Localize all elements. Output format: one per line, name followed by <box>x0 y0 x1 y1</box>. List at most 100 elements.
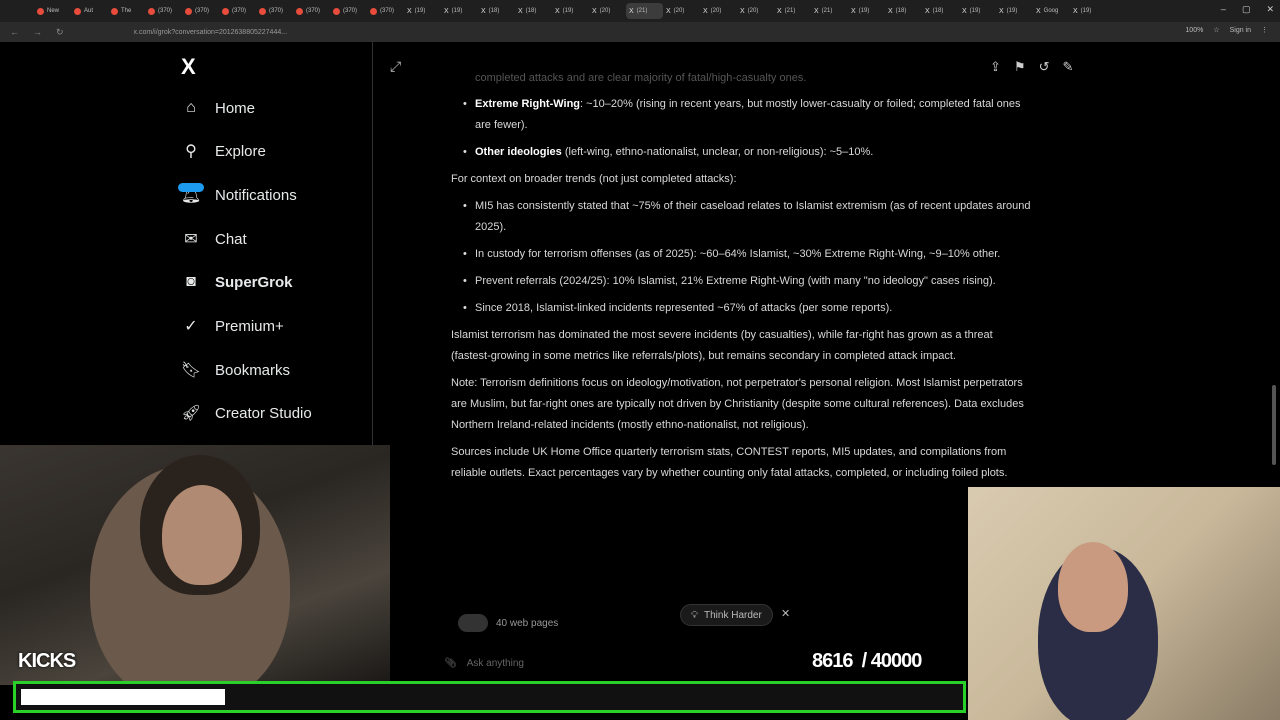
ideology-list: Extreme Right-Wing: ~10–20% (rising in r… <box>451 94 1031 163</box>
tab-label: (20) <box>710 8 722 14</box>
think-harder-button[interactable]: 💡︎ Think Harder <box>680 604 773 626</box>
browser-tab[interactable]: X (18) <box>478 3 515 19</box>
browser-tab[interactable]: X (19) <box>848 3 885 19</box>
browser-tab[interactable]: X (18) <box>885 3 922 19</box>
x-favicon-icon: X <box>925 7 930 15</box>
tab-label: (18) <box>932 8 944 14</box>
back-icon[interactable]: ← <box>10 27 19 38</box>
list-item: MI5 has consistently stated that ~75% of… <box>451 196 1031 238</box>
sidebar-item-home[interactable]: ⌂ Home <box>181 96 255 120</box>
zoom-level[interactable]: 100% <box>1185 27 1203 34</box>
browser-tab[interactable]: (370) <box>219 3 256 19</box>
tab-label: New <box>47 8 60 14</box>
tab-label: The <box>121 8 132 14</box>
tab-label: (18) <box>488 8 500 14</box>
sidebar-item-chat[interactable]: ✉ Chat <box>181 227 247 251</box>
webcam-overlay-left <box>0 445 390 685</box>
list-item: Since 2018, Islamist-linked incidents re… <box>451 298 1031 319</box>
star-icon[interactable]: ☆ <box>1213 26 1219 34</box>
url-field[interactable]: x.com/i/grok?conversation=20126388052274… <box>134 29 288 36</box>
menu-icon[interactable]: ⋮ <box>1261 26 1268 34</box>
close-icon[interactable]: ✕ <box>781 607 790 620</box>
browser-tab[interactable]: X (20) <box>589 3 626 19</box>
browser-tab[interactable]: X (20) <box>663 3 700 19</box>
kicks-label: KICKS <box>18 650 76 672</box>
kicks-count-value: 8616 <box>812 650 853 672</box>
favicon-icon <box>111 7 118 15</box>
sidebar-item-label: Chat <box>215 230 247 248</box>
streamer-face <box>162 485 242 585</box>
browser-tab[interactable]: X (18) <box>515 3 552 19</box>
tab-label: (370) <box>380 8 395 14</box>
sidebar-item-supergrok[interactable]: ◙ SuperGrok <box>181 270 292 294</box>
close-icon[interactable]: ✕ <box>1266 4 1274 15</box>
browser-tab[interactable]: X Goog <box>1033 3 1070 19</box>
reload-icon[interactable]: ↻ <box>56 27 64 38</box>
web-sources[interactable]: 40 web pages <box>458 614 558 632</box>
browser-tab[interactable]: New <box>34 3 71 19</box>
tab-label: (21) <box>821 8 833 14</box>
expand-icon[interactable]: ⤢ <box>390 58 401 75</box>
history-icon[interactable]: ↺ <box>1039 59 1050 75</box>
browser-tab[interactable]: X (19) <box>404 3 441 19</box>
sign-in-button[interactable]: Sign in <box>1230 27 1251 34</box>
x-logo[interactable]: X <box>181 54 196 80</box>
x-favicon-icon: X <box>777 7 782 15</box>
browser-tab[interactable]: (370) <box>145 3 182 19</box>
address-bar-actions: 100% ☆ Sign in ⋮ <box>1185 26 1268 35</box>
tab-label: (370) <box>195 8 210 14</box>
browser-tab[interactable]: X (19) <box>441 3 478 19</box>
browser-tab[interactable]: X (19) <box>959 3 996 19</box>
x-favicon-icon: X <box>999 7 1004 15</box>
scrollbar[interactable] <box>1272 385 1276 465</box>
address-bar: ← → ↻ x.com/i/grok?conversation=20126388… <box>0 22 1280 42</box>
x-favicon-icon: X <box>481 7 486 15</box>
sidebar-item-label: Creator Studio <box>215 404 312 422</box>
sidebar-item-creator-studio[interactable]: 🚀︎ Creator Studio <box>181 401 312 425</box>
favicon-icon <box>333 7 340 15</box>
browser-tab[interactable]: (370) <box>367 3 404 19</box>
x-favicon-icon: X <box>740 7 745 15</box>
favicon-icon <box>370 7 377 15</box>
x-favicon-icon: X <box>888 7 893 15</box>
browser-tab[interactable]: X (20) <box>700 3 737 19</box>
x-favicon-icon: X <box>592 7 597 15</box>
tab-label: (370) <box>232 8 247 14</box>
context-list: MI5 has consistently stated that ~75% of… <box>451 196 1031 319</box>
browser-tab[interactable]: Aut <box>71 3 108 19</box>
tab-label: (19) <box>562 8 574 14</box>
sidebar-item-label: Bookmarks <box>215 361 291 379</box>
tab-label: (20) <box>673 8 685 14</box>
edit-icon[interactable]: ✎ <box>1062 59 1073 75</box>
browser-tab[interactable]: The <box>108 3 145 19</box>
browser-tab[interactable]: (370) <box>293 3 330 19</box>
tab-label: (18) <box>895 8 907 14</box>
browser-tab[interactable]: X (20) <box>737 3 774 19</box>
forward-icon[interactable]: → <box>33 27 42 38</box>
browser-tab[interactable]: (370) <box>182 3 219 19</box>
list-item: In custody for terrorism offenses (as of… <box>451 244 1031 265</box>
x-favicon-icon: X <box>814 7 819 15</box>
browser-tab[interactable]: X (19) <box>552 3 589 19</box>
webcam-overlay-right <box>968 487 1280 720</box>
sidebar-item-bookmarks[interactable]: 🔖︎ Bookmarks <box>181 358 290 382</box>
browser-tab[interactable]: (370) <box>256 3 293 19</box>
note-paragraph: Note: Terrorism definitions focus on ide… <box>451 377 1024 431</box>
window-controls: – ▢ ✕ <box>1221 4 1274 15</box>
sidebar-item-explore[interactable]: ⚲ Explore <box>181 139 266 163</box>
tab-label: (19) <box>858 8 870 14</box>
maximize-icon[interactable]: ▢ <box>1242 4 1251 15</box>
browser-tab[interactable]: X (21) <box>811 3 848 19</box>
minimize-icon[interactable]: – <box>1221 4 1226 15</box>
browser-tab[interactable]: X (21) <box>626 3 663 19</box>
browser-tab[interactable]: (370) <box>330 3 367 19</box>
browser-tab[interactable]: X (21) <box>774 3 811 19</box>
sidebar-item-premium[interactable]: ✓ Premium+ <box>181 314 283 338</box>
rocket-icon: 🚀︎ <box>180 405 202 422</box>
search-icon: ⚲ <box>185 143 197 160</box>
browser-tab[interactable]: X (18) <box>922 3 959 19</box>
attach-icon[interactable]: 📎︎ <box>444 658 457 669</box>
browser-tab[interactable]: X (19) <box>996 3 1033 19</box>
x-favicon-icon: X <box>1036 7 1041 15</box>
browser-tab[interactable]: X (19) <box>1070 3 1107 19</box>
